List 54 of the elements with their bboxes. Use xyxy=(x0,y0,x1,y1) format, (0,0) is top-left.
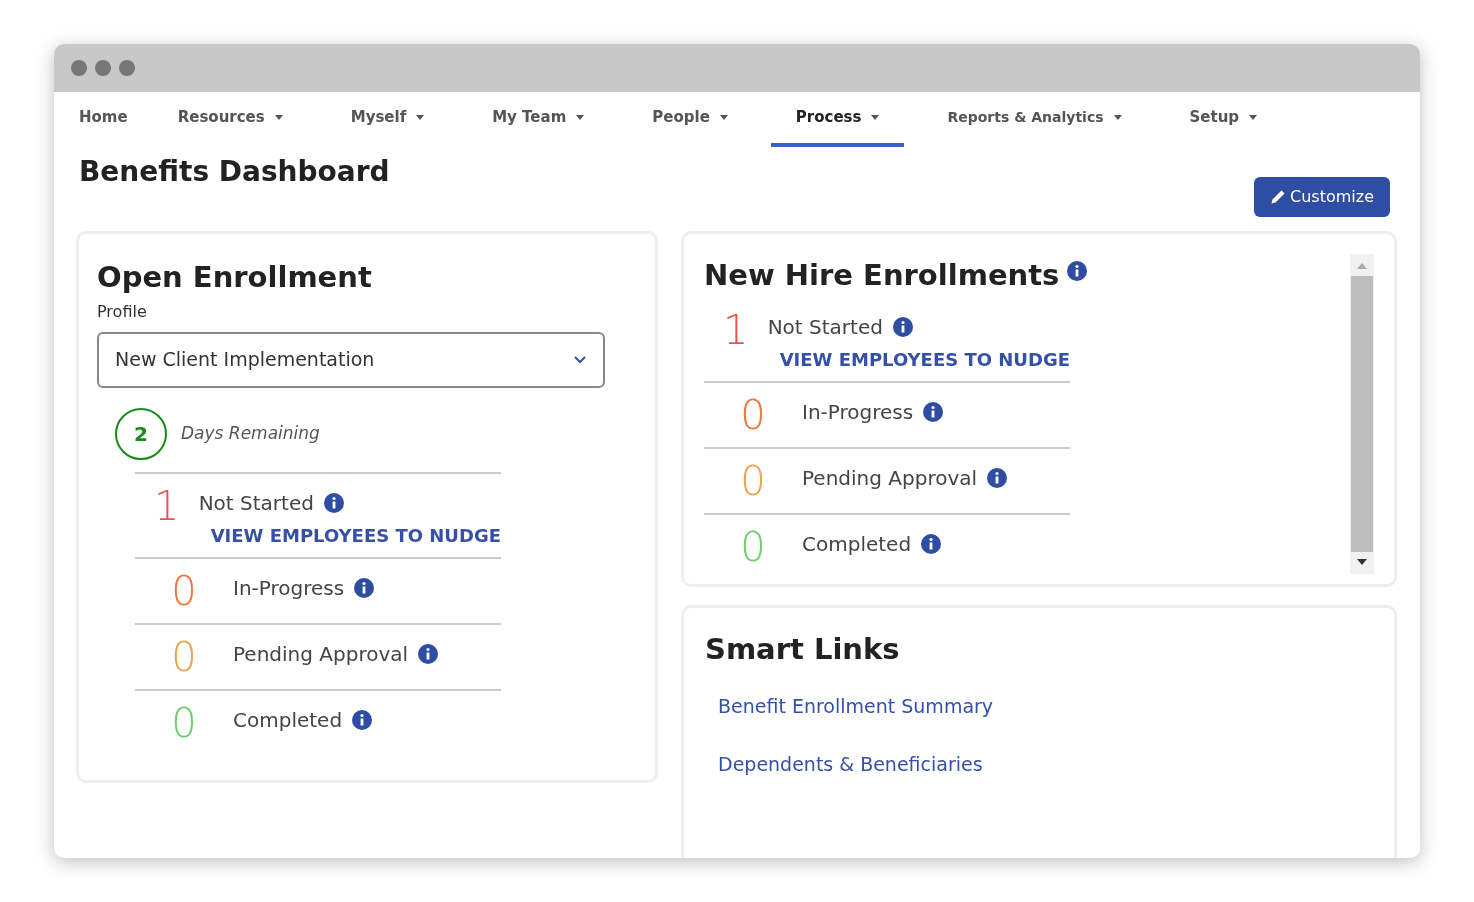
field-label: Profile xyxy=(97,300,148,323)
scroll-down-icon[interactable] xyxy=(1357,558,1367,566)
page-title: Benefits Dashboard xyxy=(79,154,390,190)
info-icon[interactable] xyxy=(892,316,913,337)
status-count: 1 xyxy=(153,481,181,530)
window-dot xyxy=(119,60,135,76)
status-count: 0 xyxy=(739,522,767,571)
days-remaining-label: Days Remaining xyxy=(181,421,320,445)
status-label: Not Started xyxy=(767,313,883,341)
status-label: In-Progress xyxy=(802,398,914,426)
status-label: Pending Approval xyxy=(233,640,409,668)
customize-button[interactable]: Customize xyxy=(1254,177,1390,217)
nudge-link[interactable]: VIEW EMPLOYEES TO NUDGE xyxy=(779,345,1070,373)
nav-tab[interactable]: Reports & Analytics xyxy=(922,92,1147,147)
scrollbar-thumb[interactable] xyxy=(1351,276,1373,552)
info-icon[interactable] xyxy=(921,533,942,554)
pencil-icon xyxy=(1270,189,1286,205)
info-icon[interactable] xyxy=(1067,260,1088,281)
nav-tab[interactable]: Setup xyxy=(1164,92,1283,147)
scrollbar[interactable] xyxy=(1350,254,1374,574)
status-label: Completed xyxy=(233,706,343,734)
nav-tab[interactable]: Home xyxy=(54,92,153,147)
status-count: 0 xyxy=(170,566,198,615)
info-icon[interactable] xyxy=(323,492,344,513)
status-count: 1 xyxy=(722,305,750,354)
status-label: In-Progress xyxy=(233,574,345,602)
smart-link[interactable]: Dependents & Beneficiaries xyxy=(718,750,1373,779)
nav-tab[interactable]: Resources xyxy=(152,92,308,147)
card-title: New Hire Enrollments xyxy=(704,257,1060,294)
card-title: Smart Links xyxy=(705,631,901,668)
status-label: Pending Approval xyxy=(802,464,978,492)
window-dot xyxy=(71,60,87,76)
nav-tab[interactable]: Myself xyxy=(325,92,450,147)
chevron-down-icon xyxy=(573,354,587,365)
status-count: 0 xyxy=(739,456,767,505)
status-label: Completed xyxy=(802,530,912,558)
info-icon[interactable] xyxy=(987,467,1008,488)
window-dot xyxy=(95,60,111,76)
card-title: Open Enrollment xyxy=(97,259,373,296)
nav-tab[interactable]: My Team xyxy=(467,92,610,147)
nav-tab[interactable]: Process xyxy=(770,92,905,147)
smart-link[interactable]: Benefit Enrollment Summary xyxy=(718,691,1373,720)
nav-tab[interactable]: People xyxy=(627,92,753,147)
info-icon[interactable] xyxy=(354,577,375,598)
status-count: 0 xyxy=(170,632,198,681)
info-icon[interactable] xyxy=(352,709,373,730)
status-count: 0 xyxy=(170,698,198,747)
profile-select[interactable]: New Client Implementation xyxy=(97,331,605,388)
info-icon[interactable] xyxy=(923,401,944,422)
info-icon[interactable] xyxy=(418,643,439,664)
days-remaining-count: 2 xyxy=(115,407,167,460)
nudge-link[interactable]: VIEW EMPLOYEES TO NUDGE xyxy=(210,521,501,549)
status-label: Not Started xyxy=(198,489,314,517)
status-count: 0 xyxy=(739,390,767,439)
